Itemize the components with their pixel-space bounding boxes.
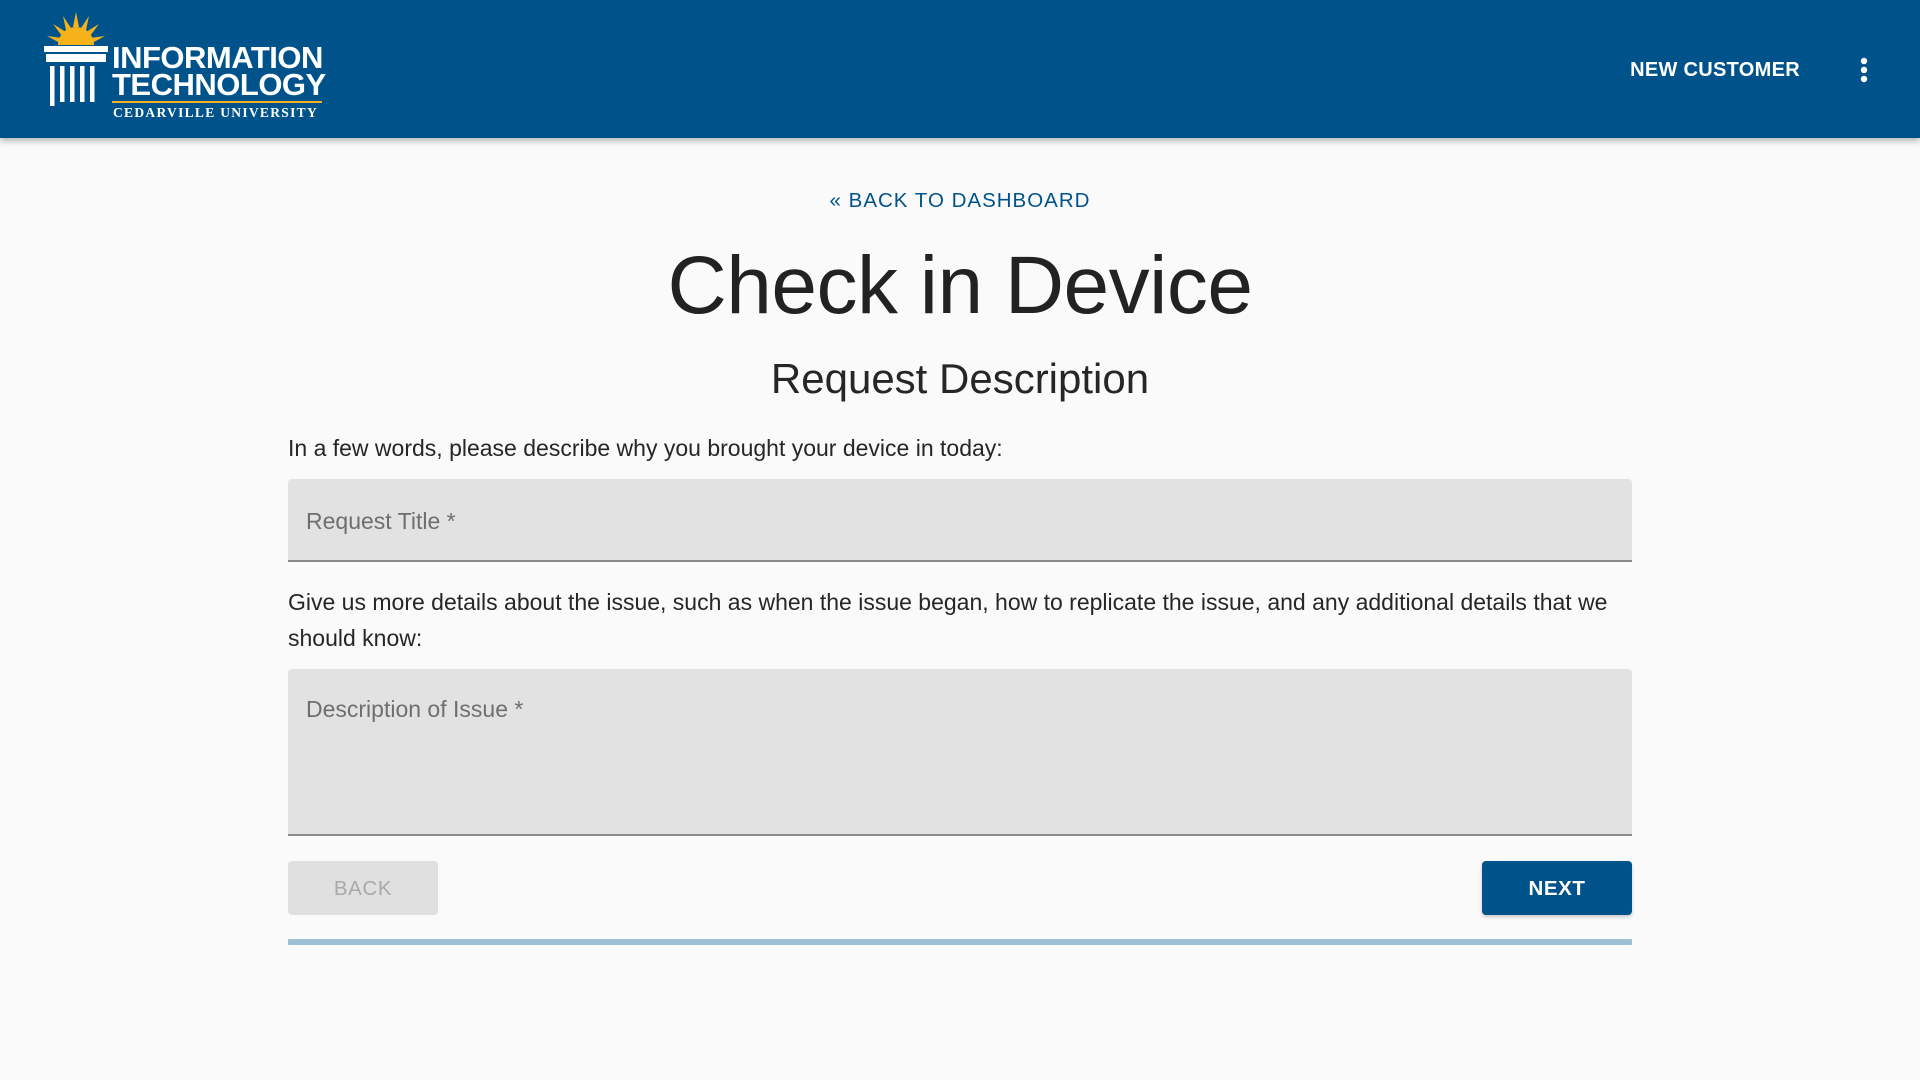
app-bar: INFORMATION TECHNOLOGY CEDARVILLE UNIVER… (0, 0, 1920, 138)
logo-text-university: CEDARVILLE UNIVERSITY (113, 105, 318, 120)
description-field[interactable] (288, 669, 1632, 837)
next-button[interactable]: NEXT (1482, 861, 1632, 916)
logo-divider (112, 101, 322, 103)
progress-bar (288, 939, 1632, 946)
more-menu-button[interactable] (1844, 50, 1884, 90)
information-technology-logo[interactable]: INFORMATION TECHNOLOGY CEDARVILLE UNIVER… (44, 12, 334, 124)
back-to-dashboard-link[interactable]: « BACK TO DASHBOARD (830, 189, 1091, 213)
description-textarea[interactable] (288, 669, 1632, 835)
form-actions: BACK NEXT (288, 861, 1632, 916)
new-customer-button[interactable]: NEW CUSTOMER (1630, 50, 1800, 90)
check-in-form: « BACK TO DASHBOARD Check in Device Requ… (288, 138, 1632, 946)
description-prompt: Give us more details about the issue, su… (288, 589, 1608, 652)
request-title-input[interactable] (288, 479, 1632, 561)
request-title-prompt: In a few words, please describe why you … (288, 435, 1003, 462)
university-logo-icon (44, 12, 108, 106)
page-title: Check in Device (667, 240, 1253, 331)
request-title-field[interactable] (288, 479, 1632, 563)
back-button[interactable]: BACK (288, 861, 438, 916)
logo-text-technology: TECHNOLOGY (112, 67, 326, 102)
section-title: Request Description (770, 355, 1150, 403)
more-vert-icon (1860, 57, 1868, 83)
